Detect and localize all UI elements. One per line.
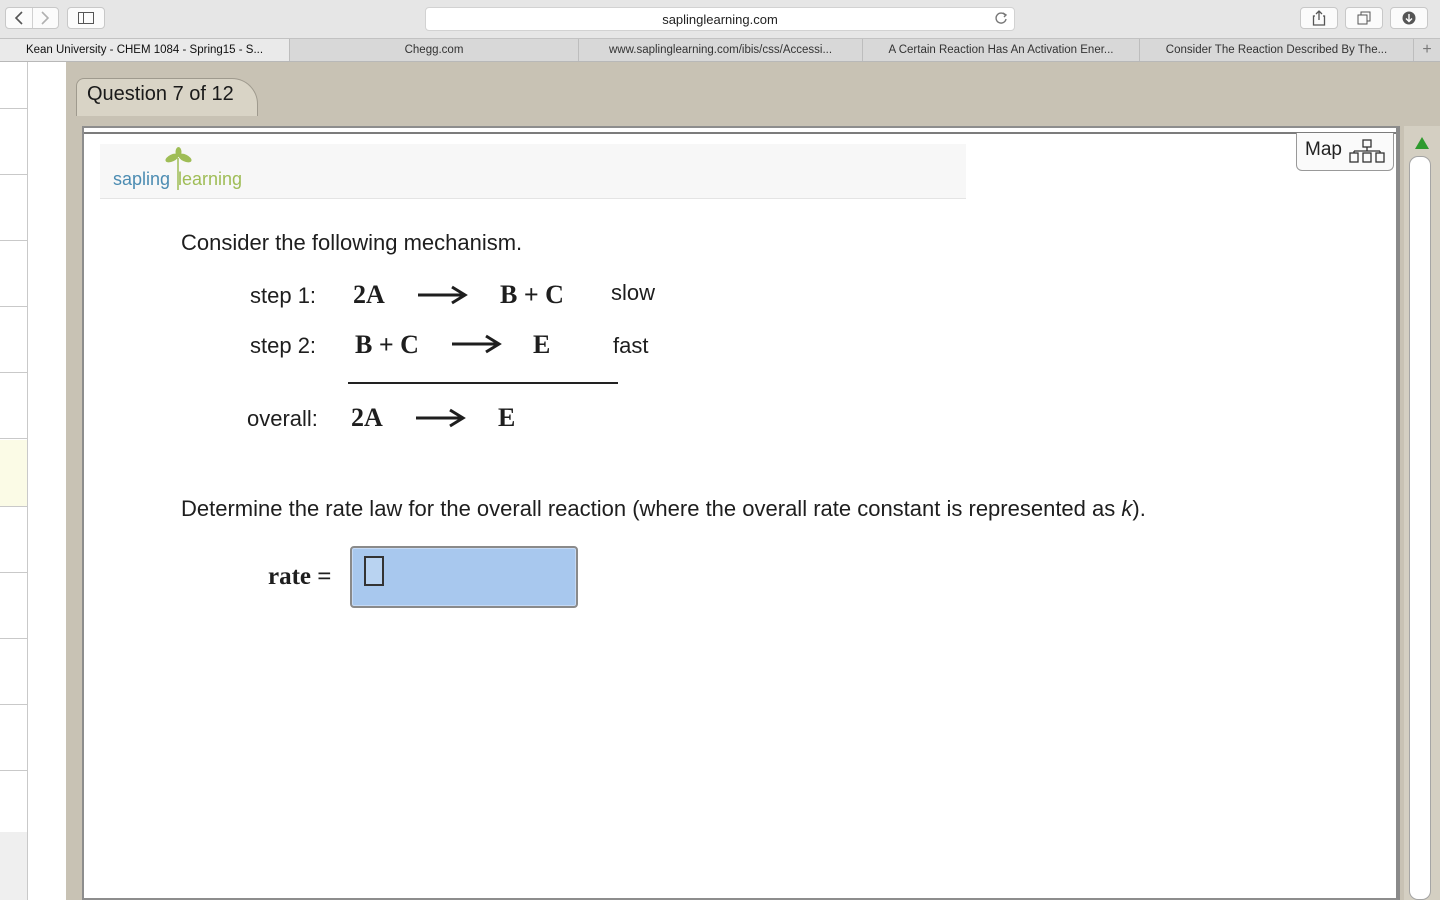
overall-label: overall:	[247, 406, 318, 431]
step2-products: E	[533, 330, 551, 359]
scroll-up-button[interactable]	[1412, 134, 1432, 152]
rate-label: rate =	[268, 563, 332, 590]
share-icon	[1312, 10, 1326, 26]
step2-reactants: B + C	[355, 330, 419, 359]
reload-icon	[995, 12, 1008, 24]
forward-button[interactable]	[31, 8, 59, 28]
reaction-arrow-icon	[416, 408, 466, 428]
sidebar-icon	[78, 12, 94, 24]
prompt-end: ).	[1132, 496, 1146, 521]
map-tree-icon	[1349, 139, 1385, 163]
overall-products: E	[498, 403, 516, 432]
left-page-edge	[0, 62, 28, 900]
page-gap	[28, 62, 66, 900]
address-bar[interactable]: saplinglearning.com	[425, 7, 1015, 31]
tabs-icon	[1357, 11, 1371, 25]
downloads-button[interactable]	[1390, 7, 1428, 29]
question-tab[interactable]: Question 7 of 12	[76, 78, 258, 116]
tab-reaction[interactable]: Consider The Reaction Described By The..…	[1140, 39, 1414, 61]
step2-label: step 2:	[250, 333, 317, 358]
prompt-text: Determine the rate law for the overall r…	[181, 496, 1122, 521]
reaction-arrow-icon	[452, 334, 502, 354]
scroll-thumb[interactable]	[1409, 156, 1431, 900]
back-button[interactable]	[6, 8, 32, 28]
equation-placeholder[interactable]	[364, 556, 384, 586]
step1-label: step 1:	[250, 283, 317, 308]
tab-sapling-css[interactable]: www.saplinglearning.com/ibis/css/Accessi…	[579, 39, 863, 61]
rate-answer-input[interactable]	[350, 546, 578, 608]
reload-button[interactable]	[994, 11, 1008, 30]
map-button[interactable]: Map	[1296, 133, 1394, 171]
logo-word-learning: learning	[178, 169, 243, 189]
rate-law-prompt: Determine the rate law for the overall r…	[181, 496, 1146, 522]
tab-bar: Kean University - CHEM 1084 - Spring15 -…	[0, 38, 1440, 62]
question-number: Question 7 of 12	[87, 83, 234, 105]
history-nav	[5, 7, 59, 29]
overall-reactants: 2A	[351, 403, 383, 432]
sum-divider	[348, 382, 618, 384]
tab-activation-energy[interactable]: A Certain Reaction Has An Activation Ene…	[863, 39, 1140, 61]
reaction-arrow-icon	[418, 285, 468, 305]
step1-reactants: 2A	[353, 280, 385, 309]
share-button[interactable]	[1300, 7, 1338, 29]
tab-chegg[interactable]: Chegg.com	[290, 39, 579, 61]
logo-word-sapling: sapling	[113, 169, 171, 189]
chevron-left-icon	[14, 11, 23, 25]
browser-toolbar: saplinglearning.com	[0, 0, 1440, 38]
map-label: Map	[1305, 139, 1342, 160]
url-text: saplinglearning.com	[662, 12, 778, 27]
sidebar-button[interactable]	[67, 7, 105, 29]
step1-products: B + C	[500, 280, 564, 309]
step1-speed: slow	[611, 280, 656, 305]
sapling-learning-logo: sapling learning	[112, 146, 272, 194]
tab-kean[interactable]: Kean University - CHEM 1084 - Spring15 -…	[0, 39, 290, 61]
rate-constant-symbol: k	[1121, 496, 1133, 521]
problem-intro: Consider the following mechanism.	[181, 230, 523, 255]
arrow-up-icon	[1415, 137, 1429, 149]
new-tab-button[interactable]: +	[1414, 39, 1440, 61]
chevron-right-icon	[41, 11, 50, 25]
step2-speed: fast	[613, 333, 649, 358]
tabs-overview-button[interactable]	[1345, 7, 1383, 29]
download-icon	[1402, 11, 1416, 25]
